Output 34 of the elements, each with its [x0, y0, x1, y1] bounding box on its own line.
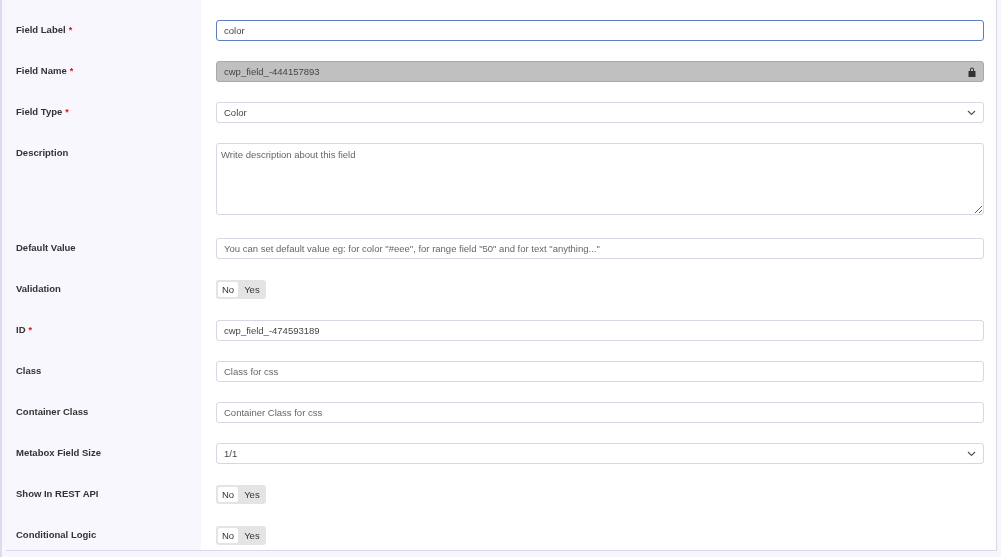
- field-label: Validation: [16, 283, 61, 294]
- field-label: Default Value: [16, 242, 76, 253]
- toggle-option[interactable]: Yes: [240, 487, 264, 502]
- field-label: Description: [16, 147, 69, 158]
- input-field[interactable]: Class for css: [216, 361, 984, 382]
- input-field[interactable]: color: [216, 20, 984, 41]
- input-field[interactable]: You can set default value eg: for color "#eee", for range field "50" and for text "anything...": [216, 238, 984, 259]
- toggle-option[interactable]: No: [218, 528, 239, 543]
- lock-icon: [968, 66, 976, 77]
- field-label: Container Class: [16, 406, 89, 417]
- required-mark: *: [68, 25, 73, 35]
- field-label: ID: [16, 324, 26, 335]
- dropdown[interactable]: Color: [216, 102, 984, 123]
- field-label: Field Name: [16, 65, 67, 76]
- required-mark: *: [69, 66, 74, 76]
- input-field: cwp_field_-444157893: [216, 61, 984, 82]
- field-label: Metabox Field Size: [16, 447, 101, 458]
- field-label: Conditional Logic: [16, 529, 97, 540]
- dropdown[interactable]: 1/1: [216, 443, 984, 464]
- toggle-option[interactable]: No: [218, 487, 239, 502]
- field-label: Field Type: [16, 106, 63, 117]
- field-label: Class: [16, 365, 42, 376]
- field-label: Show In REST API: [16, 488, 99, 499]
- toggle-option[interactable]: No: [218, 282, 239, 297]
- chevron-down-icon: [967, 450, 976, 457]
- required-mark: *: [28, 325, 32, 335]
- toggle-option[interactable]: Yes: [240, 282, 264, 297]
- field-label: Field Label: [16, 24, 66, 35]
- toggle-option[interactable]: Yes: [240, 528, 264, 543]
- input-field[interactable]: Container Class for css: [216, 402, 984, 423]
- input-field[interactable]: cwp_field_-474593189: [216, 320, 984, 341]
- description-textarea[interactable]: Write description about this field: [216, 143, 984, 215]
- chevron-down-icon: [967, 109, 976, 116]
- required-mark: *: [65, 107, 69, 117]
